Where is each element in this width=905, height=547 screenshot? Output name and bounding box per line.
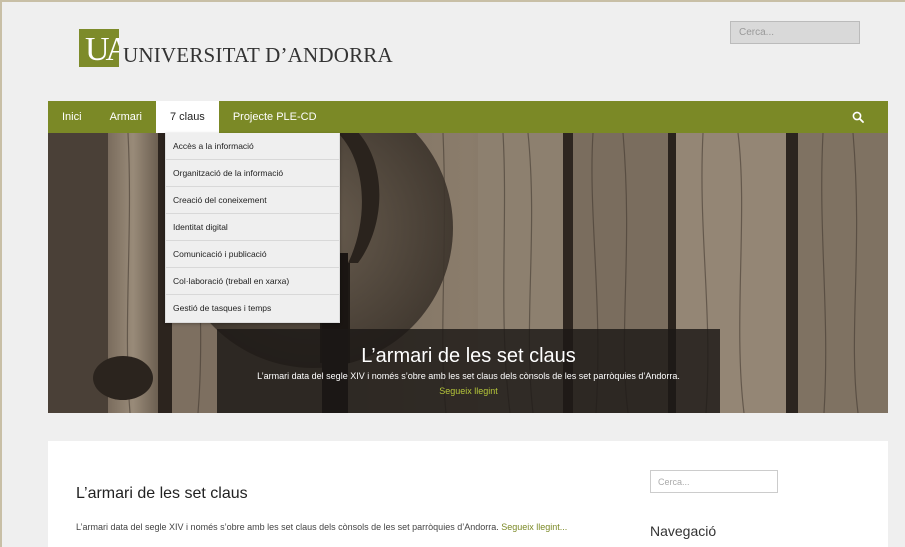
nav-item-projecte[interactable]: Projecte PLE-CD [219, 101, 331, 133]
site-logo[interactable]: UA UNIVERSITAT D’ANDORRA [79, 27, 393, 67]
nav-dropdown-7-claus: Accès a la informació Organització de la… [165, 133, 340, 323]
sidebar-navigation-heading: Navegació [650, 523, 717, 539]
hero-read-more-link[interactable]: Segueix llegint [217, 385, 720, 397]
search-icon[interactable] [852, 111, 864, 123]
sidebar-search-input[interactable] [650, 470, 778, 493]
hero-title: L’armari de les set claus [361, 345, 576, 367]
nav-item-inici[interactable]: Inici [48, 101, 96, 133]
dropdown-item-collaboracio[interactable]: Col·laboració (treball en xarxa) [166, 268, 339, 295]
hero-text: L’armari data del segle XIV i només s’ob… [257, 371, 680, 381]
post-read-more-link[interactable]: Segueix llegint... [501, 522, 567, 532]
site-name: UNIVERSITAT D’ANDORRA [123, 43, 393, 67]
logo-mark-letters: UA [85, 31, 119, 67]
nav-item-7-claus[interactable]: 7 claus [155, 101, 219, 133]
main-content: L’armari de les set claus L’armari data … [48, 441, 888, 547]
post-excerpt-text: L’armari data del segle XIV i només s’ob… [76, 522, 499, 532]
post-excerpt: L’armari data del segle XIV i només s’ob… [76, 520, 596, 534]
dropdown-item-organitzacio-informacio[interactable]: Organització de la informació [166, 160, 339, 187]
page-frame-top [0, 0, 905, 2]
dropdown-item-comunicacio-publicacio[interactable]: Comunicació i publicació [166, 241, 339, 268]
dropdown-item-creacio-coneixement[interactable]: Creació del coneixement [166, 187, 339, 214]
header-search-input[interactable] [730, 21, 860, 44]
hero-caption: L’armari de les set claus L’armari data … [217, 329, 720, 413]
page-frame-left [0, 0, 2, 547]
main-nav: Inici Armari 7 claus Projecte PLE-CD [48, 101, 888, 133]
dropdown-item-identitat-digital[interactable]: Identitat digital [166, 214, 339, 241]
nav-item-armari[interactable]: Armari [96, 101, 156, 133]
dropdown-item-acces-informacio[interactable]: Accès a la informació [166, 133, 339, 160]
post-title[interactable]: L’armari de les set claus [76, 485, 248, 503]
logo-mark: UA [79, 29, 119, 67]
dropdown-item-gestio-tasques[interactable]: Gestió de tasques i temps [166, 295, 339, 322]
